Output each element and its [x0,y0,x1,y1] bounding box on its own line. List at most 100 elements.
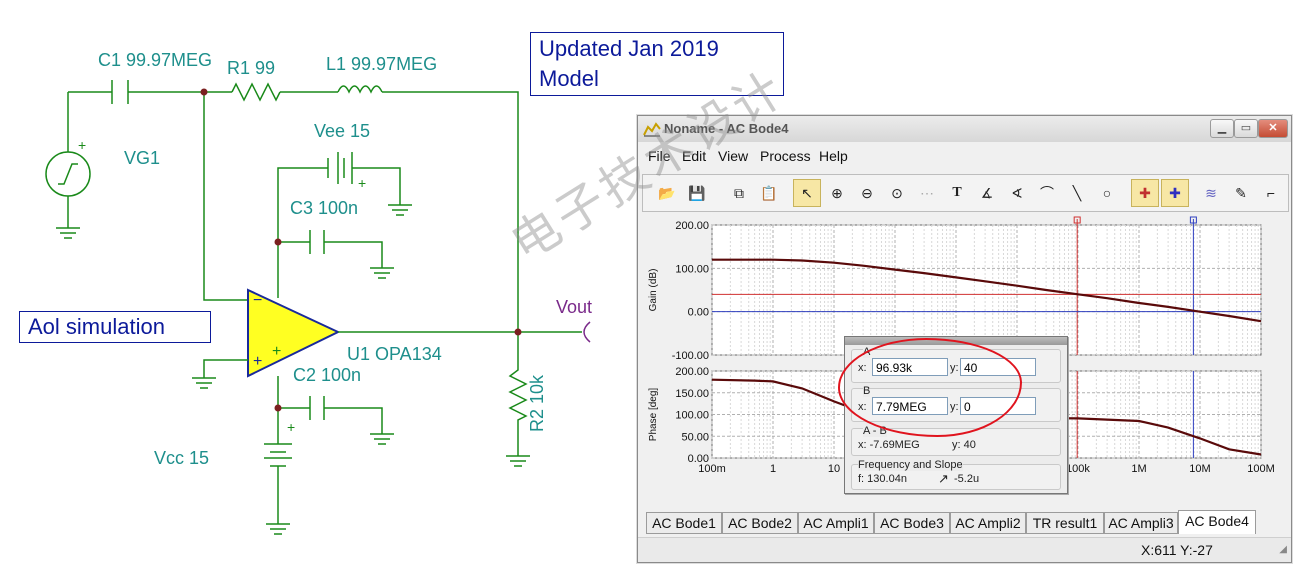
frequency-slope-label: Frequency and Slope [858,459,963,471]
vee-label: Vee 15 [314,121,371,141]
y-tick-label: 100.00 [675,410,709,422]
vout-label: Vout [556,297,593,317]
c2-label: C2 100n [293,365,362,385]
cursor-diff-label: A - B [863,425,887,437]
svg-text:+: + [358,175,366,191]
bode-plot-area: 200.00 100.00 0.00 -100.00 Gain (dB) 100m 1 10 1… [642,215,1287,507]
paste-icon[interactable]: 📋 [755,179,783,207]
menu-help[interactable]: Help [819,148,848,164]
cursor-diff-group: A - B x: -7.69MEG y: 40 [851,425,1061,456]
cursor-b-x-field[interactable]: 7.79MEG [872,397,948,415]
svg-text:−: − [253,292,262,309]
flag-icon[interactable]: ⌐ [1257,179,1285,207]
cursor-dialog-header[interactable] [845,337,1067,345]
tab-ac-ampli2[interactable]: AC Ampli2 [950,512,1026,534]
cursor-a-y-field[interactable]: 40 [960,358,1036,376]
r1-label: R1 99 [227,58,276,78]
tab-ac-bode4[interactable]: AC Bode4 [1178,510,1256,534]
tab-ac-ampli3[interactable]: AC Ampli3 [1104,512,1178,534]
resize-grip-icon[interactable]: ◢ [1279,544,1287,555]
copy-icon[interactable]: ⧉ [725,179,753,207]
aol-note: Aol simulation [19,311,211,343]
y-tick-label: 200.00 [675,220,709,232]
vg1-label: VG1 [124,148,161,168]
text-icon[interactable]: T [943,179,971,207]
cursor-b-y-field[interactable]: 0 [960,397,1036,415]
cursor-b-x-label: x: [858,401,867,413]
zoom-in-icon[interactable]: ⊕ [823,179,851,207]
bode-window: Noname - AC Bode4 ▁ ▭ ✕ File Edit View P… [637,115,1292,563]
y-axis-label: Gain (dB) [648,269,659,312]
probe-icon[interactable]: ✎ [1227,179,1255,207]
minimize-button[interactable]: ▁ [1210,119,1234,138]
close-button[interactable]: ✕ [1258,119,1288,138]
y-tick-label: 200.00 [675,366,709,378]
x-tick-label: 10M [1189,463,1210,475]
waveform-icon[interactable]: ≋ [1197,179,1225,207]
cursor-a-icon[interactable]: ✚ [1131,179,1159,207]
curve-icon[interactable]: ∡ [973,179,1001,207]
tab-ac-bode2[interactable]: AC Bode2 [722,512,798,534]
c1-label: C1 99.97MEG [98,50,213,70]
cursor-a-label: A [863,346,871,358]
x-tick-label: 1 [770,463,776,475]
line-icon[interactable]: ╲ [1063,179,1091,207]
save-icon[interactable]: 💾 [683,179,711,207]
status-bar: X:611 Y:-27 ◢ [638,537,1291,562]
x-tick-label: 10 [828,463,840,475]
y-tick-label: 0.00 [688,453,709,465]
cursor-b-group: B x: 7.79MEG y: 0 [851,385,1061,422]
cursor-b-icon[interactable]: ✚ [1161,179,1189,207]
cursor-a-x-field[interactable]: 96.93k [872,358,948,376]
curve2-icon[interactable]: ∢ [1003,179,1031,207]
x-tick-label: 100M [1247,463,1275,475]
menu-bar: File Edit View Process Help [638,145,1291,167]
toolbar: 📂 💾 ⧉ 📋 ↖ ⊕ ⊖ ⊙ ⋯ T ∡ ∢ ⌒ ╲ ○ ✚ ✚ ≋ ✎ ⌐ [642,174,1289,212]
cursor-diff-x: x: -7.69MEG [858,439,920,451]
cursor-diff-y: y: 40 [952,439,976,451]
r2-label: R2 10k [527,374,547,432]
cursor-a-y-label: y: [950,362,959,374]
menu-process[interactable]: Process [760,148,811,164]
l1-label: L1 99.97MEG [326,54,438,74]
x-tick-label: 100k [1066,463,1090,475]
tab-ac-ampli1[interactable]: AC Ampli1 [798,512,874,534]
tab-ac-bode1[interactable]: AC Bode1 [646,512,722,534]
svg-text:+: + [78,137,86,153]
svg-text:+: + [253,353,262,370]
vcc-label: Vcc 15 [154,448,210,468]
cursor-a-group: A x: 96.93k y: 40 [851,346,1061,383]
polarity-signs: + + + [78,137,366,435]
x-tick-label: 1M [1131,463,1146,475]
tab-ac-bode3[interactable]: AC Bode3 [874,512,950,534]
svg-text:+: + [287,419,295,435]
y-tick-label: 150.00 [675,388,709,400]
pointer-icon[interactable]: ↖ [793,179,821,207]
svg-text:+: + [272,343,281,360]
u1-label: U1 OPA134 [347,344,442,364]
circle-icon[interactable]: ○ [1093,179,1121,207]
zoom-fit-icon[interactable]: ⊙ [883,179,911,207]
y-tick-label: 0.00 [688,307,709,319]
zoom-out-icon[interactable]: ⊖ [853,179,881,207]
y-tick-label: 100.00 [675,263,709,275]
cursor-b-label: B [863,385,871,397]
y-axis-label: Phase [deg] [648,388,659,442]
cursor-a-x-label: x: [858,362,867,374]
tab-tr-result1[interactable]: TR result1 [1026,512,1104,534]
model-note-line1: Updated Jan 2019 [539,36,719,61]
cursor-b-y-label: y: [950,401,959,413]
y-tick-label: -100.00 [672,350,709,362]
cursor-dialog: A x: 96.93k y: 40 B x: 7.79MEG y: 0 A - … [844,336,1068,494]
slope-value: -5.2u [954,473,980,485]
result-tabs: AC Bode1 AC Bode2 AC Ampli1 AC Bode3 AC Ampl… [642,510,1287,534]
y-tick-label: 50.00 [681,431,709,443]
frequency-slope-group: Frequency and Slope f: 130.04n ↗ -5.2u [851,459,1061,490]
slope-arrow-icon: ↗ [938,471,949,486]
c3-label: C3 100n [290,198,359,218]
frequency-value: f: 130.04n [858,473,907,485]
curve3-icon[interactable]: ⌒ [1033,179,1061,207]
cursor-coordinates: X:611 Y:-27 [1141,542,1213,558]
maximize-button[interactable]: ▭ [1234,119,1258,138]
grid-icon[interactable]: ⋯ [913,179,941,207]
